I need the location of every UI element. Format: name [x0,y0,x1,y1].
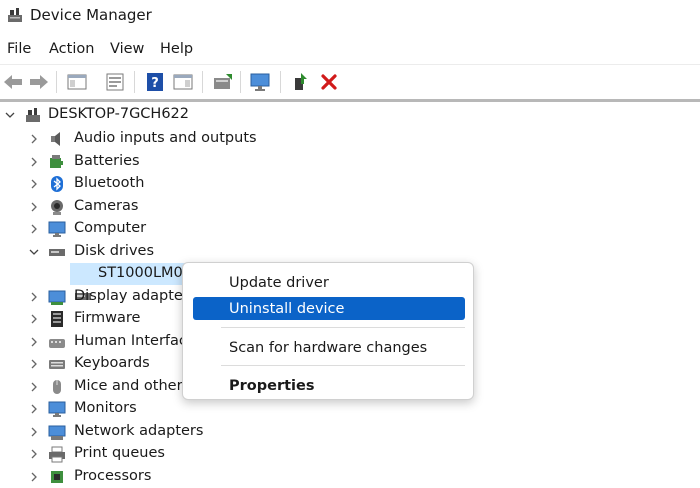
tree-category-label[interactable]: Cameras [74,198,138,214]
help-icon[interactable]: ? [142,69,168,95]
properties-icon[interactable] [102,69,128,95]
tree-category-label[interactable]: Human Interface [74,333,196,349]
collapse-chevron-icon[interactable] [4,109,16,121]
tree-category-label[interactable]: Mice and other p [74,378,196,394]
scan-hardware-icon[interactable] [248,69,274,95]
expand-chevron-icon[interactable] [28,358,40,370]
tree-category-label[interactable]: Print queues [74,445,165,461]
context-update-driver[interactable]: Update driver [193,271,465,294]
toolbar-separator [56,71,57,93]
update-driver-icon[interactable] [210,69,236,95]
network-icon [48,425,66,440]
tree-category-label[interactable]: Audio inputs and outputs [74,130,257,146]
tree-category-label[interactable]: Network adapters [74,423,203,439]
tree-category-label[interactable]: Display adapters [74,288,196,304]
camera-icon [51,199,63,215]
uninstall-device-icon[interactable] [316,69,342,95]
tree-category-label[interactable]: Processors [74,468,151,484]
window-title: Device Manager [30,6,152,24]
expand-chevron-icon[interactable] [28,448,40,460]
menu-file[interactable]: File [7,41,31,57]
svg-text:?: ? [151,76,159,91]
expand-chevron-icon[interactable] [28,336,40,348]
back-icon[interactable] [0,69,26,95]
display-adapter-icon [48,290,66,305]
expand-chevron-icon[interactable] [28,133,40,145]
context-separator [221,365,465,366]
toolbar-separator [134,71,135,93]
computer-root-icon [26,108,40,122]
tree-root-label[interactable]: DESKTOP-7GCH622 [48,106,189,122]
device-manager-icon [8,8,22,22]
tree-category-label[interactable]: Monitors [74,400,137,416]
menu-help[interactable]: Help [160,41,193,57]
collapse-chevron-icon[interactable] [28,246,40,258]
expand-chevron-icon[interactable] [28,381,40,393]
processor-icon [51,470,63,483]
tree-category-label[interactable]: Batteries [74,153,140,169]
expand-chevron-icon[interactable] [28,471,40,483]
expand-chevron-icon[interactable] [28,223,40,235]
keyboard-icon [49,360,65,369]
menu-view[interactable]: View [110,41,144,57]
expand-chevron-icon[interactable] [28,156,40,168]
expand-chevron-icon[interactable] [28,178,40,190]
printer-icon [49,446,65,463]
toolbar: ? [0,64,700,100]
tree-category-label[interactable]: Keyboards [74,355,150,371]
bluetooth-icon [51,176,63,192]
forward-icon[interactable] [26,69,52,95]
show-hide-tree-icon[interactable] [64,69,90,95]
tree-category-label[interactable]: Firmware [74,310,140,326]
battery-icon [50,154,63,168]
context-menu: Update driver Uninstall device Scan for … [182,262,474,400]
toolbar-divider [0,99,700,102]
expand-chevron-icon[interactable] [28,201,40,213]
toolbar-separator [240,71,241,93]
expand-chevron-icon[interactable] [28,403,40,415]
title-bar: Device Manager [0,0,700,34]
monitor-icon [48,221,66,237]
disk-drive-icon [49,248,65,256]
tree-category-label[interactable]: Disk drives [74,243,154,259]
enable-device-icon[interactable] [288,69,314,95]
tree-category-label[interactable]: Bluetooth [74,175,144,191]
expand-chevron-icon[interactable] [28,426,40,438]
firmware-icon [51,311,63,327]
context-uninstall-device[interactable]: Uninstall device [193,297,465,320]
tree-category-label[interactable]: Computer [74,220,146,236]
action-pane-icon[interactable] [170,69,196,95]
toolbar-separator [280,71,281,93]
expand-chevron-icon[interactable] [28,291,40,303]
context-properties[interactable]: Properties [193,374,465,397]
context-scan-hardware[interactable]: Scan for hardware changes [193,336,465,359]
menu-action[interactable]: Action [49,41,94,57]
context-separator [221,327,465,328]
expand-chevron-icon[interactable] [28,313,40,325]
menu-bar: File Action View Help [0,36,700,64]
speaker-icon [51,132,60,146]
monitor-icon [48,401,66,417]
mouse-icon [53,379,61,394]
toolbar-separator [202,71,203,93]
hid-icon [49,338,65,348]
